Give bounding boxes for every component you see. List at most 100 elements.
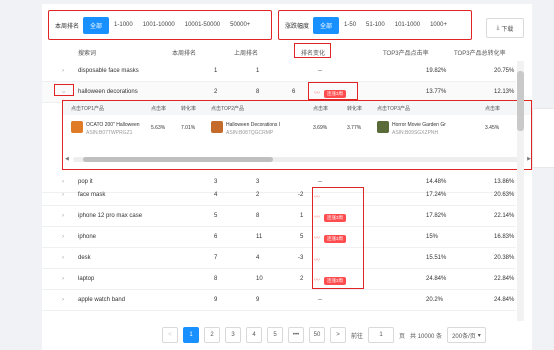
- change-option-51-100[interactable]: 51-100: [361, 19, 390, 31]
- top2-click: 3.69%: [313, 125, 328, 131]
- product-name[interactable]: Horror Movie Garden Gr: [392, 121, 446, 129]
- change-option-1000-plus[interactable]: 1000+: [425, 19, 452, 31]
- row-last-rank: 8: [256, 213, 260, 219]
- top2-product[interactable]: Halloween Decorations I ASIN:B087QGCRMP: [211, 121, 280, 137]
- row-last-rank: 9: [256, 297, 260, 303]
- expand-chevron-icon[interactable]: ›: [62, 255, 64, 261]
- top1-conv: 7.01%: [181, 125, 196, 131]
- rank-option-50000-plus[interactable]: 50000+: [225, 19, 255, 31]
- row-rank: 8: [214, 276, 218, 282]
- rank-option-10001-50000[interactable]: 10001-50000: [180, 19, 225, 31]
- row-rank: 5: [214, 213, 218, 219]
- horizontal-scrollbar[interactable]: ◀ ▶: [65, 156, 531, 162]
- row-click: 20.2%: [426, 297, 444, 303]
- product-name[interactable]: OCATO 200" Halloween: [86, 121, 140, 129]
- rank-option-all[interactable]: 全部: [83, 16, 110, 34]
- table-row[interactable]: › laptop 8 10 2 〰连涨3周 24.84% 22.84%: [42, 269, 516, 290]
- side-collapse-tab[interactable]: [532, 108, 554, 168]
- table-row[interactable]: › face mask 4 2 -2 〰 17.24% 20.63%: [42, 185, 516, 206]
- row-click: 15%: [426, 234, 439, 240]
- rank-filter-group: 本周排名 全部 1-1000 1001-10000 10001-50000 50…: [48, 10, 272, 40]
- change-filter-group: 涨跌幅度 全部 1-50 51-100 101-1000 1000+: [278, 10, 472, 40]
- table-row[interactable]: › iphone 6 11 5 〰连涨3周 15% 16.83%: [42, 227, 516, 248]
- page-button-5[interactable]: 5: [267, 327, 283, 343]
- row-click: 15.51%: [426, 255, 447, 261]
- page-button-2[interactable]: 2: [204, 327, 220, 343]
- filter-bar: 本周排名 全部 1-1000 1001-10000 10001-50000 50…: [42, 10, 532, 40]
- header-top3-conv[interactable]: TOP3产品总转化率: [454, 48, 506, 57]
- expand-chevron-icon[interactable]: ›: [62, 68, 64, 74]
- product-name[interactable]: Halloween Decorations I: [226, 121, 280, 129]
- row-last-rank: 2: [256, 192, 260, 198]
- page-ellipsis[interactable]: •••: [288, 327, 304, 343]
- product-thumbnail: [377, 121, 389, 133]
- main-panel: 本周排名 全部 1-1000 1001-10000 10001-50000 50…: [42, 4, 532, 350]
- row-conv: 22.84%: [494, 276, 515, 282]
- chevron-down-icon: ▾: [477, 332, 481, 339]
- table-row[interactable]: › desk 7 4 -3 〰 15.51% 20.38%: [42, 248, 516, 269]
- horizontal-scroll-thumb[interactable]: [83, 157, 273, 162]
- expand-chevron-icon[interactable]: ›: [62, 297, 64, 303]
- table-row[interactable]: › apple watch band 9 9 -- 20.2% 24.84%: [42, 290, 516, 311]
- change-option-101-1000[interactable]: 101-1000: [390, 19, 425, 31]
- page-button-4[interactable]: 4: [246, 327, 262, 343]
- page-button-1[interactable]: 1: [183, 327, 199, 343]
- pagination: < 1 2 3 4 5 ••• 50 > 前往 1 页 共 10000 条 20…: [162, 326, 486, 344]
- page-button-50[interactable]: 50: [309, 327, 325, 343]
- scroll-left-icon[interactable]: ◀: [65, 156, 69, 162]
- row-click: 24.84%: [426, 276, 447, 282]
- row-term: laptop: [78, 276, 95, 282]
- header-top3-click[interactable]: TOP3产品点击率: [383, 48, 429, 57]
- header-search-term[interactable]: 搜索词: [78, 48, 96, 57]
- header-last-week-rank[interactable]: 上周排名: [234, 48, 258, 57]
- top3-product[interactable]: Horror Movie Garden Gr ASIN:B09SGXZPNH: [377, 121, 446, 137]
- change-option-1-50[interactable]: 1-50: [339, 19, 361, 31]
- product-thumbnail: [71, 121, 83, 133]
- page-size-value: 200条/页: [452, 333, 476, 340]
- hot-badge-highlight: [308, 82, 358, 100]
- top3-click: 3.45%: [485, 125, 500, 131]
- expand-chevron-icon[interactable]: ›: [62, 234, 64, 240]
- expanded-header-click1: 点击率: [151, 106, 167, 112]
- expand-highlight: [54, 84, 74, 96]
- prev-page-button[interactable]: <: [162, 327, 178, 343]
- row-click: 17.82%: [426, 213, 447, 219]
- vertical-scrollbar[interactable]: [517, 61, 524, 321]
- next-page-button[interactable]: >: [330, 327, 346, 343]
- product-asin: ASIN:B087QGCRMP: [226, 130, 274, 136]
- goto-page-input[interactable]: 1: [368, 327, 395, 343]
- change-option-all[interactable]: 全部: [313, 16, 340, 34]
- row-rank: 9: [214, 297, 218, 303]
- change-filter-label: 涨跌幅度: [285, 23, 310, 30]
- expanded-header-conv1: 转化率: [181, 106, 197, 112]
- download-button[interactable]: ⤓ 下载: [486, 18, 524, 38]
- row-term: face mask: [78, 192, 106, 198]
- rank-option-1001-10000[interactable]: 1001-10000: [138, 19, 180, 31]
- goto-label: 前往: [351, 333, 364, 340]
- row-rank: 4: [214, 192, 218, 198]
- product-asin: ASIN:B09SGXZPNH: [392, 130, 439, 136]
- rank-filter-label: 本周排名: [55, 23, 80, 30]
- row-click: 13.77%: [426, 89, 447, 95]
- scroll-right-icon[interactable]: ▶: [527, 156, 531, 162]
- expand-chevron-icon[interactable]: ›: [62, 192, 64, 198]
- table-row[interactable]: › iphone 12 pro max case 5 8 1 〰连涨3周 17.…: [42, 206, 516, 227]
- rank-option-1-1000[interactable]: 1-1000: [109, 19, 138, 31]
- page-button-3[interactable]: 3: [225, 327, 241, 343]
- download-label: 下载: [501, 26, 514, 33]
- row-click: 19.82%: [426, 68, 447, 74]
- header-week-rank[interactable]: 本周排名: [172, 48, 196, 57]
- row-change: 1: [300, 213, 304, 219]
- top1-product[interactable]: OCATO 200" Halloween ASIN:B07TWPRGZ1: [71, 121, 140, 137]
- expanded-header-top1: 点击TOP1产品: [71, 106, 104, 112]
- expand-chevron-icon[interactable]: ›: [62, 276, 64, 282]
- expanded-detail-panel: 点击TOP1产品 点击率 转化率 点击TOP2产品 点击率 转化率 点击TOP3…: [62, 100, 532, 170]
- vertical-scroll-thumb[interactable]: [517, 71, 524, 131]
- row-rank: 6: [214, 234, 218, 240]
- table-row[interactable]: › disposable face masks 1 1 -- 19.82% 20…: [42, 61, 516, 82]
- row-term: iphone 12 pro max case: [78, 213, 143, 219]
- page-size-select[interactable]: 200条/页 ▾: [447, 327, 486, 343]
- expand-chevron-icon[interactable]: ›: [62, 213, 64, 219]
- row-conv: 22.14%: [494, 213, 515, 219]
- row-conv: 20.38%: [494, 255, 515, 261]
